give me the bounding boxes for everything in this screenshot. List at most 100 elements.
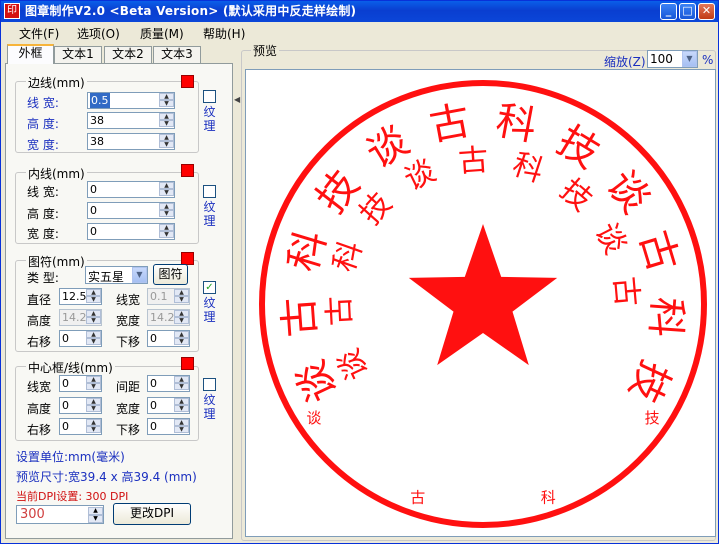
spin-up-icon[interactable]: ▲ (174, 376, 189, 383)
symbol-group-title: 图符(mm) (26, 253, 87, 270)
settings-panel: 边线(mm) 线 宽: 0.5 ▲ ▼ 高 度: 38 ▲ ▼ 宽 度: 38 ▲ ▼… (5, 63, 233, 539)
spin-down-icon[interactable]: ▼ (174, 405, 189, 412)
spin-up-icon[interactable]: ▲ (159, 134, 174, 141)
preview-canvas[interactable]: 谈古科技谈古科技谈古科技 谈古科技谈古科技谈古 谈古科技 (245, 69, 716, 537)
close-button[interactable]: ✕ (698, 3, 715, 20)
spin-down-icon[interactable]: ▼ (86, 296, 101, 303)
spin-down-icon[interactable]: ▼ (86, 338, 101, 345)
tab-text3[interactable]: 文本3 (153, 46, 201, 63)
tab-text1[interactable]: 文本1 (54, 46, 102, 63)
border-color-swatch[interactable] (181, 75, 194, 88)
spin-up-icon[interactable]: ▲ (86, 398, 101, 405)
center-color-swatch[interactable] (181, 357, 194, 370)
spin-up-icon[interactable]: ▲ (159, 113, 174, 120)
spin-down-icon[interactable]: ▼ (159, 189, 174, 196)
change-dpi-button[interactable]: 更改DPI (113, 503, 191, 525)
symbol-height-input[interactable]: 14.2 ▲ ▼ (59, 309, 102, 326)
center-right-label: 右移 (27, 423, 52, 437)
spin-down-icon[interactable]: ▼ (86, 317, 101, 324)
dpi-input[interactable]: 300 ▲ ▼ (16, 505, 104, 524)
spin-down-icon[interactable]: ▼ (174, 317, 189, 324)
spin-down-icon[interactable]: ▼ (159, 120, 174, 127)
menu-quality[interactable]: 质量(M) (140, 25, 184, 42)
panel-splitter[interactable]: ◀ (233, 45, 241, 539)
symbol-down-label: 下移 (116, 335, 141, 349)
chevron-down-icon[interactable]: ▼ (132, 267, 147, 283)
spin-down-icon[interactable]: ▼ (159, 231, 174, 238)
zoom-select[interactable]: 100 ▼ (647, 50, 698, 68)
inner-color-swatch[interactable] (181, 164, 194, 177)
spin-up-icon[interactable]: ▲ (174, 419, 189, 426)
inner-line-width-input[interactable]: 0 ▲ ▼ (87, 181, 175, 198)
spin-up-icon[interactable]: ▲ (86, 419, 101, 426)
center-texture-checkbox[interactable] (203, 378, 216, 391)
tab-text2[interactable]: 文本2 (104, 46, 152, 63)
spin-down-icon[interactable]: ▼ (174, 383, 189, 390)
menu-options[interactable]: 选项(O) (77, 25, 120, 42)
border-line-width-input[interactable]: 0.5 ▲ ▼ (87, 92, 175, 109)
stamp-bottom-text-char: 科 (541, 488, 556, 506)
symbol-type-select[interactable]: 实五星 ▼ (85, 266, 148, 284)
spin-up-icon[interactable]: ▲ (159, 182, 174, 189)
center-height-input[interactable]: 0 ▲ ▼ (59, 397, 102, 414)
spin-up-icon[interactable]: ▲ (174, 289, 189, 296)
spin-down-icon[interactable]: ▼ (88, 515, 103, 523)
spin-up-icon[interactable]: ▲ (88, 507, 103, 515)
symbol-right-input[interactable]: 0 ▲ ▼ (59, 330, 102, 347)
maximize-icon: □ (682, 4, 693, 17)
symbol-texture-checkbox[interactable]: ✓ (203, 281, 216, 294)
symbol-diameter-input[interactable]: 12.5 ▲ ▼ (59, 288, 102, 305)
symbol-down-input[interactable]: 0 ▲ ▼ (147, 330, 190, 347)
chevron-down-icon[interactable]: ▼ (682, 51, 697, 67)
border-height-input[interactable]: 38 ▲ ▼ (87, 112, 175, 129)
inner-texture-checkbox[interactable] (203, 185, 216, 198)
symbol-linewidth-input[interactable]: 0.1 ▲ ▼ (147, 288, 190, 305)
spin-down-icon[interactable]: ▼ (174, 338, 189, 345)
spin-up-icon[interactable]: ▲ (159, 93, 174, 100)
spin-up-icon[interactable]: ▲ (86, 289, 101, 296)
inner-line-group-title: 内线(mm) (26, 165, 87, 182)
symbol-width-input[interactable]: 14.2 ▲ ▼ (147, 309, 190, 326)
center-linewidth-input[interactable]: 0 ▲ ▼ (59, 375, 102, 392)
spin-up-icon[interactable]: ▲ (86, 376, 101, 383)
spin-down-icon[interactable]: ▼ (174, 426, 189, 433)
spin-down-icon[interactable]: ▼ (159, 141, 174, 148)
collapse-left-icon[interactable]: ◀ (234, 95, 240, 105)
stamp-inner-text-char: 谈 (588, 217, 633, 260)
center-right-input[interactable]: 0 ▲ ▼ (59, 418, 102, 435)
stamp-outer-text-char: 谈 (597, 162, 658, 222)
center-down-input[interactable]: 0 ▲ ▼ (147, 418, 190, 435)
spin-up-icon[interactable]: ▲ (159, 224, 174, 231)
symbol-button[interactable]: 图符 (153, 264, 188, 285)
spin-down-icon[interactable]: ▼ (86, 383, 101, 390)
border-width-label: 宽 度: (27, 138, 59, 152)
preview-title: 预览 (251, 42, 280, 59)
border-width-input[interactable]: 38 ▲ ▼ (87, 133, 175, 150)
title-bar[interactable]: 印 图章制作V2.0 <Beta Version> (默认采用中反走样绘制) _… (1, 1, 718, 22)
spin-down-icon[interactable]: ▼ (86, 405, 101, 412)
spin-down-icon[interactable]: ▼ (86, 426, 101, 433)
spin-up-icon[interactable]: ▲ (174, 310, 189, 317)
unit-info: 设置单位:mm(毫米) (16, 450, 125, 464)
spin-down-icon[interactable]: ▼ (159, 100, 174, 107)
menu-help[interactable]: 帮助(H) (203, 25, 245, 42)
spin-up-icon[interactable]: ▲ (86, 331, 101, 338)
border-texture-checkbox[interactable] (203, 90, 216, 103)
spin-up-icon[interactable]: ▲ (159, 203, 174, 210)
spin-up-icon[interactable]: ▲ (86, 310, 101, 317)
spin-up-icon[interactable]: ▲ (174, 398, 189, 405)
inner-height-input[interactable]: 0 ▲ ▼ (87, 202, 175, 219)
spin-down-icon[interactable]: ▼ (159, 210, 174, 217)
stamp-app-icon[interactable]: 印 (4, 3, 20, 19)
center-width-input[interactable]: 0 ▲ ▼ (147, 397, 190, 414)
menu-file[interactable]: 文件(F) (19, 25, 59, 42)
center-spacing-input[interactable]: 0 ▲ ▼ (147, 375, 190, 392)
tab-outer-frame[interactable]: 外框 (7, 44, 54, 64)
maximize-button[interactable]: □ (679, 3, 696, 20)
stamp-bottom-text-char: 古 (410, 488, 425, 506)
inner-width-input[interactable]: 0 ▲ ▼ (87, 223, 175, 240)
spin-up-icon[interactable]: ▲ (174, 331, 189, 338)
stamp-inner-text-char: 技 (553, 172, 599, 218)
minimize-button[interactable]: _ (660, 3, 677, 20)
spin-down-icon[interactable]: ▼ (174, 296, 189, 303)
